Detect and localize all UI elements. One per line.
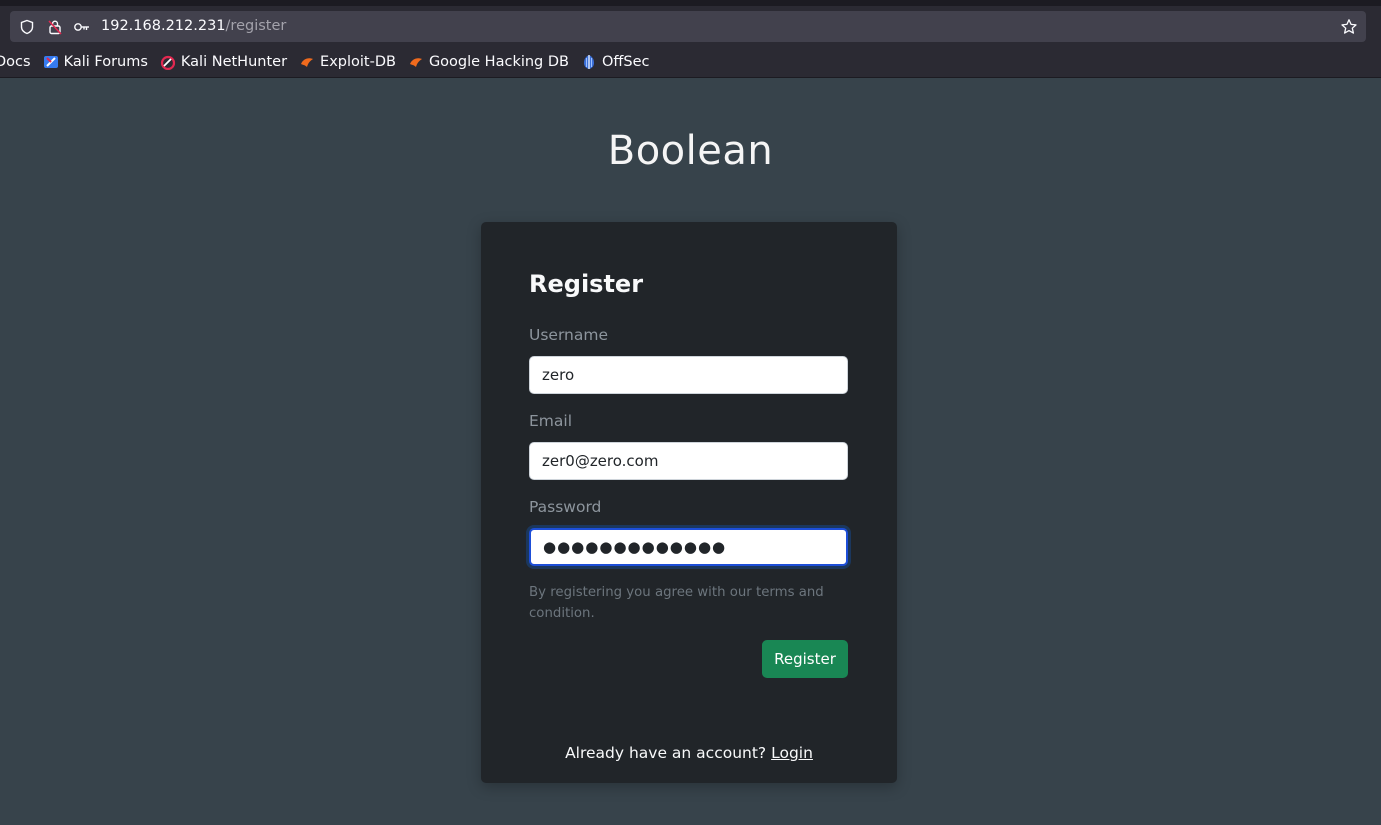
bookmark-docs[interactable]: Docs xyxy=(0,54,31,70)
kali-nethunter-icon xyxy=(160,54,176,70)
bookmark-label: Google Hacking DB xyxy=(428,54,569,70)
bookmark-label: Docs xyxy=(0,54,31,70)
bookmark-exploit-db[interactable]: Exploit-DB xyxy=(299,54,396,70)
password-input[interactable] xyxy=(529,528,848,566)
exploit-db-icon xyxy=(299,54,315,70)
exploit-db-icon xyxy=(408,54,424,70)
register-button[interactable]: Register xyxy=(762,640,848,678)
terms-text: By registering you agree with our terms … xyxy=(529,585,824,621)
window-top-strip xyxy=(0,0,1381,6)
kali-forums-icon xyxy=(43,54,59,70)
password-label: Password xyxy=(529,498,602,516)
username-label: Username xyxy=(529,326,609,344)
bookmark-label: Exploit-DB xyxy=(320,54,396,70)
bookmark-kali-nethunter[interactable]: Kali NetHunter xyxy=(160,54,287,70)
bookmark-label: Kali Forums xyxy=(63,54,148,70)
url-path: /register xyxy=(225,18,287,34)
username-input[interactable] xyxy=(529,356,848,394)
email-input[interactable] xyxy=(529,442,848,480)
register-card: Register Username Email Password ●●●●●●●… xyxy=(481,222,897,783)
offsec-icon xyxy=(581,54,597,70)
bookmark-star-icon[interactable] xyxy=(1339,17,1359,37)
address-bar[interactable]: 192.168.212.231/register xyxy=(10,11,1366,42)
key-icon[interactable] xyxy=(73,18,91,36)
login-prompt-text: Already have an account? xyxy=(565,744,767,762)
bookmark-google-hacking-db[interactable]: Google Hacking DB xyxy=(408,54,569,70)
insecure-lock-icon[interactable] xyxy=(46,18,64,36)
url-host: 192.168.212.231 xyxy=(101,18,226,34)
login-prompt: Already have an account? Login xyxy=(481,744,897,762)
browser-chrome: 192.168.212.231/register Docs Kali Forum… xyxy=(0,0,1381,78)
url-text[interactable]: 192.168.212.231/register xyxy=(101,18,286,35)
shield-icon[interactable] xyxy=(18,18,36,36)
form-heading: Register xyxy=(529,270,644,298)
bookmark-label: OffSec xyxy=(601,54,650,70)
email-label: Email xyxy=(529,412,573,430)
bookmarks-toolbar: Docs Kali Forums Kali NetHunter Exploit-… xyxy=(0,50,662,74)
bookmark-offsec[interactable]: OffSec xyxy=(581,54,650,70)
bookmark-label: Kali NetHunter xyxy=(180,54,288,70)
bookmark-kali-forums[interactable]: Kali Forums xyxy=(43,54,148,70)
site-title: Boolean xyxy=(607,128,774,174)
login-link[interactable]: Login xyxy=(771,744,813,762)
